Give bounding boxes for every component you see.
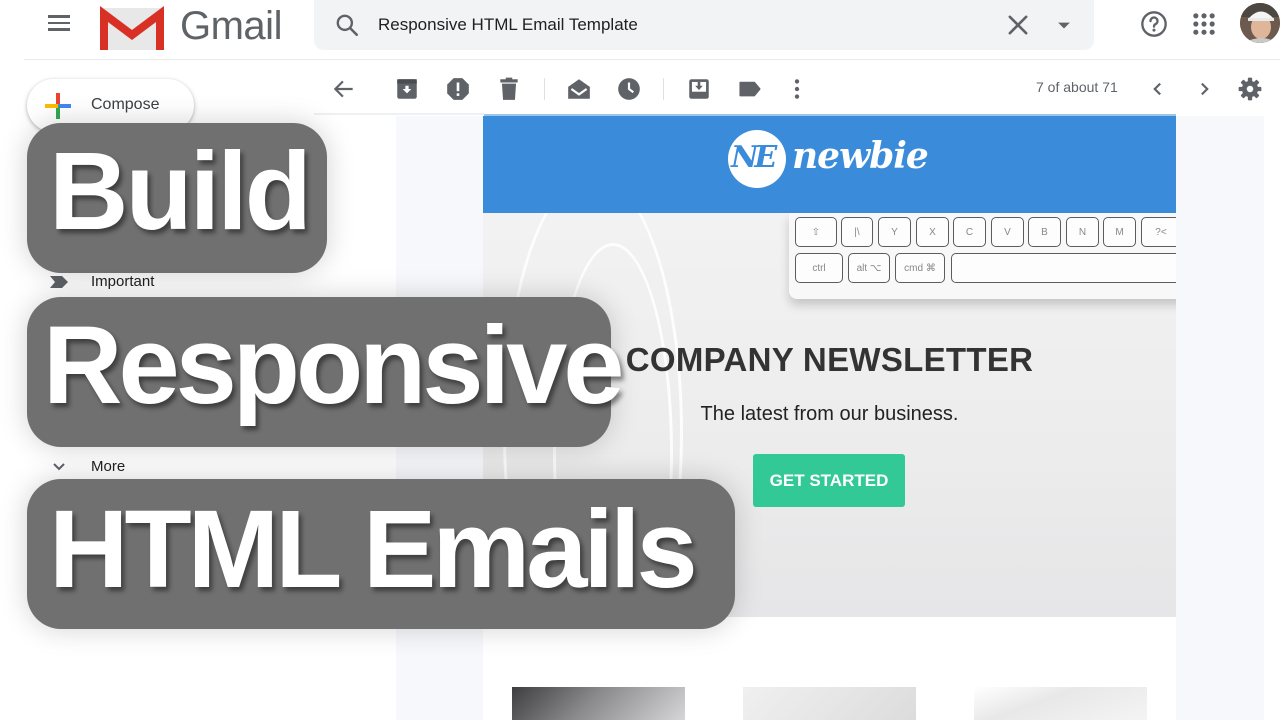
- clock-icon[interactable]: [616, 76, 642, 102]
- trash-icon[interactable]: [496, 76, 522, 102]
- keyboard-key: V: [991, 217, 1024, 247]
- keyboard-key: ctrl: [795, 253, 843, 283]
- product-image-earbuds: [743, 687, 916, 720]
- product-image-phone: [974, 687, 1147, 720]
- sidebar-item-label: Important: [91, 273, 155, 290]
- toolbar-separator: [544, 78, 545, 100]
- keyboard-key: cmd ⌘: [895, 253, 945, 283]
- toolbar-divider: [314, 113, 484, 115]
- keyboard-key: M: [1103, 217, 1136, 247]
- toolbar-separator: [663, 78, 664, 100]
- label-icon[interactable]: [737, 76, 763, 102]
- brand-name: newbie: [792, 135, 929, 177]
- get-started-button[interactable]: GET STARTED: [753, 454, 905, 507]
- keyboard-key: |\: [841, 217, 873, 247]
- sidebar-item-label: More: [91, 458, 126, 475]
- keyboard-key: ⇧: [795, 217, 837, 247]
- important-marker-icon: [50, 276, 68, 288]
- user-avatar[interactable]: [1240, 3, 1280, 43]
- arrow-left-icon[interactable]: [331, 76, 357, 102]
- keyboard-key: C: [953, 217, 986, 247]
- hamburger-menu-icon: [48, 15, 70, 18]
- keyboard-image: ⇧ |\ Y X C V B N M ?< ctrl alt ⌥ cmd ⌘: [789, 213, 1176, 299]
- chevron-left-icon[interactable]: [1145, 76, 1171, 102]
- message-toolbar: 7 of about 71: [314, 62, 1280, 114]
- gmail-wordmark: Gmail: [180, 4, 282, 48]
- brand-badge-icon: NE: [728, 130, 786, 188]
- caret-down-icon[interactable]: [1050, 11, 1078, 39]
- keyboard-key: Y: [878, 217, 911, 247]
- chevron-down-icon: [53, 463, 65, 471]
- close-icon[interactable]: [1004, 11, 1032, 39]
- keyboard-key: X: [916, 217, 949, 247]
- product-image-watch: [512, 687, 685, 720]
- header-divider: [24, 59, 1280, 60]
- sidebar-item-more[interactable]: More: [0, 452, 300, 482]
- help-icon[interactable]: [1140, 10, 1168, 38]
- keyboard-key: N: [1066, 217, 1099, 247]
- keyboard-spacebar: [951, 253, 1176, 283]
- search-bar: [314, 0, 1094, 50]
- overlay-text: Responsive: [43, 304, 624, 427]
- gear-icon[interactable]: [1237, 76, 1263, 102]
- overlay-text: Build: [49, 130, 312, 253]
- pagination-count: 7 of about 71: [1036, 79, 1118, 95]
- main-menu-button[interactable]: [44, 10, 76, 36]
- title-overlay-line-1: Build: [27, 123, 327, 273]
- title-overlay-line-2: Responsive: [27, 297, 624, 447]
- title-overlay-line-3: HTML Emails: [27, 479, 735, 629]
- gmail-header: Gmail: [0, 0, 1280, 60]
- overlay-text: HTML Emails: [49, 488, 698, 611]
- search-icon[interactable]: [334, 12, 360, 38]
- keyboard-key: alt ⌥: [848, 253, 890, 283]
- gmail-logo-icon[interactable]: [100, 4, 164, 52]
- keyboard-key: B: [1028, 217, 1061, 247]
- report-spam-icon[interactable]: [445, 76, 471, 102]
- newsletter-header: NE newbie: [483, 116, 1176, 213]
- plus-icon: [45, 93, 71, 119]
- move-to-inbox-icon[interactable]: [686, 76, 712, 102]
- keyboard-key: ?<: [1141, 217, 1176, 247]
- mark-unread-icon[interactable]: [566, 76, 592, 102]
- more-vert-icon[interactable]: [784, 76, 810, 102]
- search-input[interactable]: [378, 10, 998, 40]
- newbie-logo[interactable]: NE newbie: [728, 130, 938, 190]
- compose-label: Compose: [91, 96, 160, 113]
- avatar-photo-icon: [1240, 3, 1280, 43]
- chevron-right-icon[interactable]: [1191, 76, 1217, 102]
- apps-grid-icon[interactable]: [1190, 10, 1218, 38]
- archive-icon[interactable]: [394, 76, 420, 102]
